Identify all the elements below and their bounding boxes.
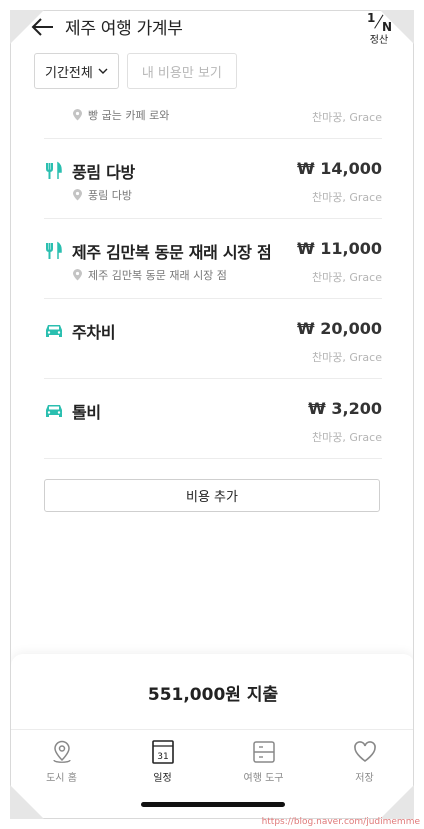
expense-row[interactable]: 빵 굽는 카페 로와₩ 12,000빵 굽는 카페 로와찬마꿍, Grace	[44, 103, 382, 139]
expense-amount: ₩ 3,200	[308, 399, 382, 418]
filter-row: 기간전체 내 비용만 보기	[34, 53, 237, 89]
header: 제주 여행 가계부 1 N 정산	[11, 11, 413, 46]
expense-name: 제주 김만복 동문 재래 시장 점	[72, 243, 272, 262]
home-indicator[interactable]	[141, 802, 285, 807]
expense-name: 주차비	[72, 323, 116, 342]
period-dropdown[interactable]: 기간전체	[34, 53, 119, 89]
tab-saved[interactable]: 저장	[314, 730, 413, 791]
location-pin-icon	[73, 109, 82, 121]
expense-name: 풍림 다방	[72, 163, 135, 182]
watermark: https://blog.naver.com/judimemme	[261, 817, 420, 827]
tab-city-home[interactable]: 도시 홈	[11, 730, 112, 791]
place-text: 풍림 다방	[88, 189, 132, 202]
expense-payers: 찬마꿍, Grace	[312, 111, 382, 124]
place-text: 제주 김만복 동문 재래 시장 점	[88, 269, 227, 282]
page-title: 제주 여행 가계부	[65, 19, 183, 39]
category-icon	[44, 241, 64, 261]
expense-payers: 찬마꿍, Grace	[312, 351, 382, 364]
corner-marker	[380, 785, 414, 819]
car-icon	[46, 405, 62, 417]
location-pin-icon	[73, 189, 82, 201]
app-screen: 제주 여행 가계부 1 N 정산 기간전체 내 비용만 보기 빵 굽는 카페 로…	[10, 10, 414, 819]
expense-row[interactable]: 톨비 ₩ 3,200 찬마꿍, Grace	[44, 379, 382, 459]
corner-marker	[10, 785, 44, 819]
expense-amount: ₩ 11,000	[297, 239, 382, 258]
total-panel: 551,000원 지출	[11, 654, 413, 734]
utensils-icon	[46, 241, 62, 259]
corner-marker	[380, 10, 414, 44]
total-spent: 551,000원 지출	[147, 685, 279, 705]
car-icon	[46, 325, 62, 337]
add-expense-button[interactable]: 비용 추가	[44, 479, 380, 512]
tools-icon	[252, 741, 275, 763]
tab-label: 여행 도구	[243, 773, 284, 784]
category-icon	[44, 321, 64, 341]
corner-marker	[10, 10, 44, 44]
calendar-day: 31	[157, 752, 168, 762]
expense-payers: 찬마꿍, Grace	[312, 191, 382, 204]
tab-travel-tools[interactable]: 여행 도구	[213, 730, 314, 791]
tab-schedule[interactable]: 31 일정	[112, 730, 213, 791]
place-text: 빵 굽는 카페 로와	[88, 109, 170, 122]
expense-place: 풍림 다방	[72, 187, 132, 203]
category-icon	[44, 401, 64, 421]
period-label: 기간전체	[45, 65, 93, 81]
category-icon	[44, 161, 64, 181]
expense-row[interactable]: 주차비 ₩ 20,000 찬마꿍, Grace	[44, 299, 382, 379]
utensils-icon	[46, 161, 62, 179]
calendar-icon: 31	[151, 740, 174, 764]
tab-label: 저장	[355, 773, 374, 784]
expense-row[interactable]: 제주 김만복 동문 재래 시장 점 ₩ 11,000 제주 김만복 동문 재래 시장…	[44, 219, 382, 299]
tab-label: 도시 홈	[46, 773, 77, 784]
location-pin-icon	[73, 269, 82, 281]
map-pin-icon	[52, 740, 71, 763]
tab-label: 일정	[153, 773, 172, 784]
split-numerator: 1	[367, 11, 376, 25]
expense-amount: ₩ 20,000	[297, 319, 382, 338]
heart-icon	[353, 741, 376, 762]
expense-name: 톨비	[72, 403, 101, 422]
expense-place: 제주 김만복 동문 재래 시장 점	[72, 267, 227, 283]
expense-payers: 찬마꿍, Grace	[312, 271, 382, 284]
my-expenses-only-button[interactable]: 내 비용만 보기	[126, 53, 237, 89]
expense-place: 빵 굽는 카페 로와	[72, 107, 169, 123]
tab-bar: 도시 홈 31 일정 여행 도구 저장	[11, 729, 413, 791]
expense-amount: ₩ 14,000	[297, 159, 382, 178]
expense-row[interactable]: 풍림 다방 ₩ 14,000 풍림 다방 찬마꿍, Grace	[44, 139, 382, 219]
expense-payers: 찬마꿍, Grace	[312, 431, 382, 444]
chevron-down-icon	[98, 68, 108, 74]
